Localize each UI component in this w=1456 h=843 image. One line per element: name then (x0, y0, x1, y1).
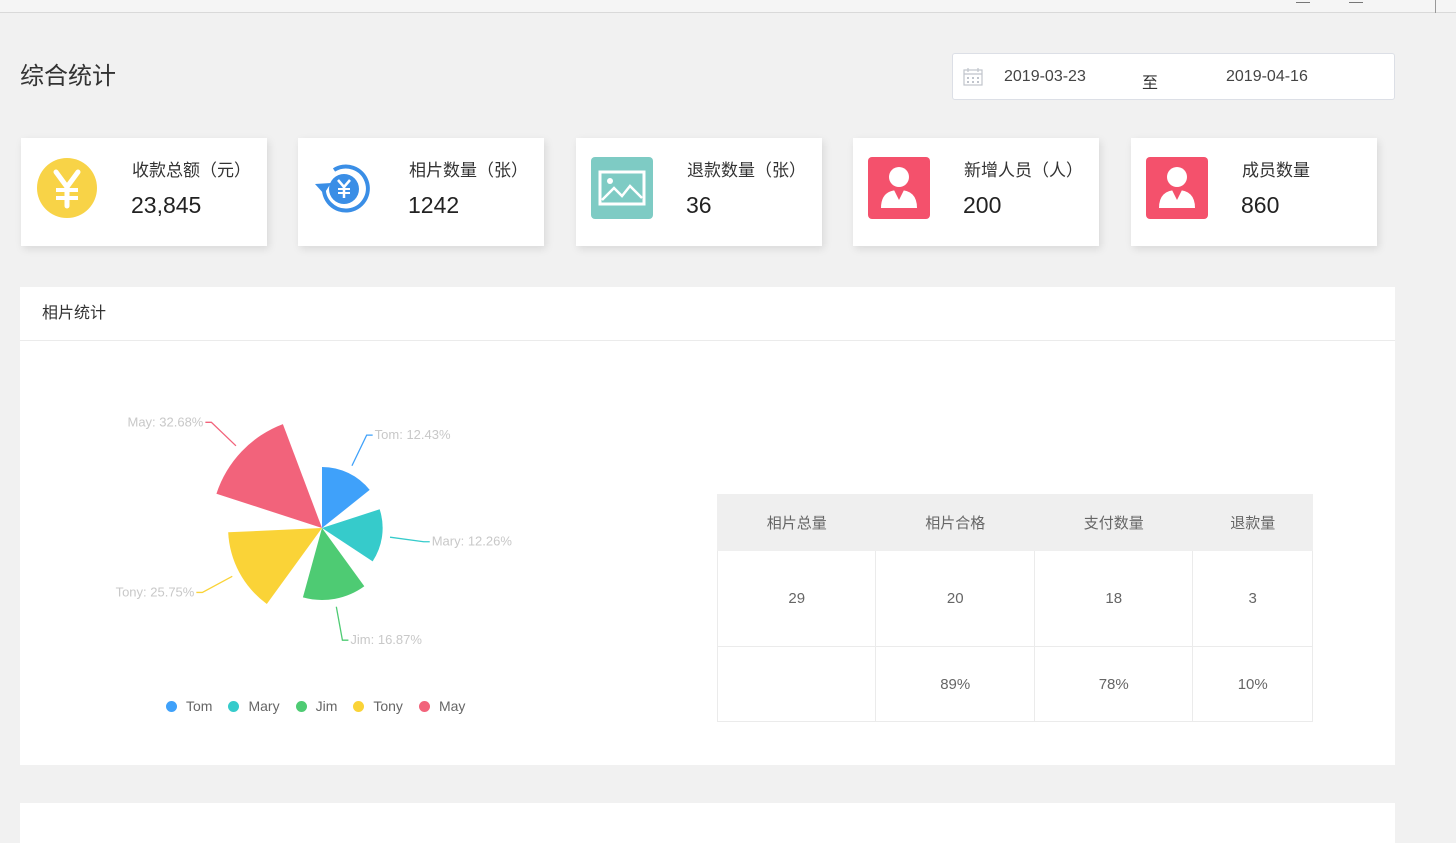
stat-label: 收款总额（元） (132, 161, 251, 181)
legend-label: Tony (373, 698, 403, 714)
label-leader-line (389, 536, 430, 543)
yen-coin-icon (37, 158, 97, 218)
label-leader-line (351, 434, 373, 467)
legend-item-mary[interactable]: Mary (228, 698, 280, 714)
legend-marker (353, 700, 365, 712)
stat-label: 成员数量 (1242, 161, 1310, 181)
table-row: 29 20 18 3 (716, 550, 1313, 647)
end-date-input[interactable]: 2019-04-16 (1226, 68, 1308, 86)
stat-value: 860 (1241, 192, 1280, 218)
date-range-separator: 至 (1142, 73, 1159, 92)
label-leader-line (335, 606, 349, 641)
panel-title (20, 803, 1395, 817)
rose-pie-chart: Tom: 12.43% Mary: 12.26% Jim: 16.87% Tony: … (116, 414, 513, 647)
table-cell: 89% (875, 646, 1035, 722)
pie-slice-may[interactable] (216, 424, 322, 528)
table-cell (716, 646, 877, 722)
chart-legend: Tom Mary Jim Tony May (166, 698, 481, 714)
stat-card-revenue: 收款总额（元） 23,845 (21, 138, 267, 246)
legend-item-tony[interactable]: Tony (353, 698, 403, 714)
label-leader-line (196, 575, 233, 594)
window-top-bar (0, 0, 1456, 13)
legend-label: May (438, 698, 466, 714)
stat-card-members: 成员数量 860 (1131, 138, 1377, 246)
stat-label: 退款数量（张） (687, 161, 806, 181)
legend-item-jim[interactable]: Jim (295, 698, 338, 714)
start-date-input[interactable]: 2019-03-23 (1004, 68, 1086, 86)
table-cell: 18 (1033, 550, 1194, 647)
stat-card-refunds: 退款数量（张） 36 (576, 138, 822, 246)
table-cell: 3 (1192, 550, 1313, 647)
bottom-panel (20, 803, 1395, 843)
legend-marker (418, 700, 430, 712)
stat-card-new-members: 新增人员（人） 200 (853, 138, 1099, 246)
user-icon (1146, 157, 1208, 219)
table-cell: 29 (716, 550, 877, 647)
picture-icon (591, 157, 653, 219)
date-range-picker[interactable]: 2019-03-23 至 2019-04-16 (952, 53, 1395, 100)
table-row: 89% 78% 10% (716, 646, 1313, 722)
stat-card-photos: 相片数量（张） 1242 (298, 138, 544, 246)
pie-data-label: Mary: 12.26% (432, 534, 513, 549)
calendar-icon (963, 68, 983, 86)
legend-marker (166, 700, 177, 712)
table-header-cell: 支付数量 (1033, 494, 1194, 551)
stat-value: 36 (686, 192, 712, 218)
label-leader-line (205, 421, 237, 447)
stat-value: 200 (963, 192, 1002, 218)
legend-item-tom[interactable]: Tom (166, 698, 212, 714)
table-cell: 10% (1192, 646, 1313, 722)
legend-marker (228, 700, 240, 712)
maximize-icon[interactable] (1349, 0, 1363, 3)
pie-data-label: May: 32.68% (127, 414, 203, 429)
legend-marker (295, 700, 307, 712)
minimize-icon[interactable] (1296, 0, 1310, 3)
user-icon (868, 157, 930, 219)
table-cell: 20 (875, 550, 1035, 647)
photo-stats-panel: 相片统计 Tom: 12.43% Mary: 12.26% Jim: 16.87% T… (20, 287, 1395, 765)
table-header-row: 相片总量 相片合格 支付数量 退款量 (716, 494, 1313, 551)
legend-item-may[interactable]: May (418, 698, 466, 714)
photo-stats-table: 相片总量 相片合格 支付数量 退款量 29 20 18 3 89% 78% 10… (716, 494, 1313, 722)
stat-value: 1242 (408, 192, 460, 218)
stat-label: 新增人员（人） (964, 161, 1083, 181)
table-header-cell: 退款量 (1192, 494, 1313, 551)
legend-label: Mary (248, 698, 280, 714)
legend-label: Jim (315, 698, 338, 714)
window-edge (1435, 0, 1436, 13)
legend-label: Tom (186, 698, 213, 714)
table-cell: 78% (1033, 646, 1194, 722)
stat-value: 23,845 (131, 192, 202, 218)
stat-label: 相片数量（张） (409, 161, 528, 181)
table-header-cell: 相片总量 (716, 494, 877, 551)
pie-data-label: Tom: 12.43% (375, 427, 451, 442)
pie-data-label: Tony: 25.75% (116, 584, 195, 599)
refund-cycle-icon (315, 164, 370, 213)
pie-data-label: Jim: 16.87% (350, 632, 422, 647)
table-header-cell: 相片合格 (875, 494, 1035, 551)
page-title: 综合统计 (20, 62, 116, 90)
